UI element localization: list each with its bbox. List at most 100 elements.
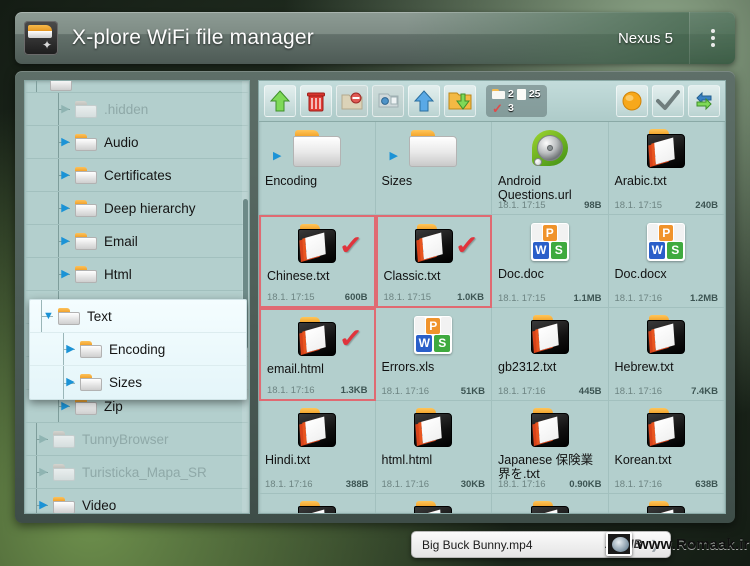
- file-cell-partial[interactable]: [259, 494, 376, 513]
- tree-item-tunnybrowser[interactable]: ▶TunnyBrowser: [25, 423, 249, 456]
- file-meta: 18.1. 17:1651KB: [382, 386, 486, 397]
- rename-button[interactable]: [336, 85, 368, 117]
- tree-item-turisticka-mapa-sr[interactable]: ▶ Turisticka_Mapa_SR: [25, 456, 249, 489]
- file-cell[interactable]: Korean.txt 18.1. 17:16638B: [609, 401, 726, 494]
- file-cell[interactable]: html.html18.1. 17:1630KB: [376, 401, 493, 494]
- internet-shortcut-icon: [529, 129, 571, 169]
- file-icon-row: [382, 406, 486, 450]
- tree-expander-icon[interactable]: ▼: [42, 311, 55, 322]
- tree-expander-icon[interactable]: ▶: [37, 467, 50, 478]
- main-panel: ▶.hidden▶Audio▶Certificates▶Deep hierarc…: [15, 71, 735, 523]
- refresh-swap-icon[interactable]: [688, 85, 720, 117]
- text-file-icon: [645, 501, 687, 513]
- folder-icon: [293, 130, 341, 168]
- file-meta: 18.1. 17:160.90KB: [498, 479, 602, 490]
- folder-icon: [409, 130, 457, 168]
- file-cell[interactable]: ✓Classic.txt18.1. 17:151.0KB: [376, 215, 493, 308]
- file-meta: 18.1. 17:16445B: [498, 386, 602, 397]
- device-name-label: Nexus 5: [618, 30, 689, 47]
- file-cell-partial[interactable]: [376, 494, 493, 513]
- file-name-label: Arabic.txt: [615, 174, 719, 188]
- tree-item-partial[interactable]: [25, 81, 249, 93]
- tree-expander-icon[interactable]: ▶: [59, 203, 72, 214]
- gray-check-icon[interactable]: [652, 85, 684, 117]
- delete-button[interactable]: [300, 85, 332, 117]
- upload-button[interactable]: [408, 85, 440, 117]
- file-cell[interactable]: PWSErrors.xls18.1. 17:1651KB: [376, 308, 493, 401]
- text-file-icon: [296, 224, 338, 264]
- file-size: 388B: [346, 479, 369, 490]
- tree-item-video[interactable]: ▶Video: [25, 489, 249, 514]
- up-button[interactable]: [264, 85, 296, 117]
- tree-expander-icon[interactable]: ▶: [64, 377, 77, 388]
- file-meta: 18.1. 17:16638B: [615, 479, 719, 490]
- tree-expander-icon[interactable]: ▶: [37, 434, 50, 445]
- file-icon-row: [265, 499, 369, 513]
- file-cell-partial[interactable]: [609, 494, 726, 513]
- properties-button[interactable]: [372, 85, 404, 117]
- text-file-icon: [413, 224, 455, 264]
- file-cell[interactable]: gb2312.txt18.1. 17:16445B: [492, 308, 609, 401]
- file-cell[interactable]: ▶Sizes: [376, 122, 493, 215]
- tree-expander-icon[interactable]: ▶: [59, 269, 72, 280]
- text-file-icon: [412, 408, 454, 448]
- expander-icon[interactable]: ▶: [390, 149, 398, 162]
- download-button[interactable]: [444, 85, 476, 117]
- file-cell[interactable]: ✓Chinese.txt18.1. 17:15600B: [259, 215, 376, 308]
- tree-expander-icon[interactable]: ▶: [59, 170, 72, 181]
- tree-item-text[interactable]: ▼Text: [30, 300, 246, 333]
- file-cell[interactable]: PWSDoc.doc18.1. 17:151.1MB: [492, 215, 609, 308]
- tree-expander-icon[interactable]: ▶: [37, 500, 50, 511]
- tree-item-encoding[interactable]: ▶Encoding: [30, 333, 246, 366]
- file-name-label: Chinese.txt: [267, 269, 368, 283]
- selected-check-icon: ✓: [338, 325, 363, 351]
- tree-item-deep-hierarchy[interactable]: ▶Deep hierarchy: [25, 192, 249, 225]
- file-cell-partial[interactable]: [492, 494, 609, 513]
- file-cell[interactable]: Hebrew.txt18.1. 17:167.4KB: [609, 308, 726, 401]
- tree-expander-icon[interactable]: ▶: [59, 401, 72, 412]
- orange-circle-icon[interactable]: [616, 85, 648, 117]
- folder-tree-pane[interactable]: ▶.hidden▶Audio▶Certificates▶Deep hierarc…: [24, 80, 250, 514]
- tree-item-sizes[interactable]: ▶Sizes: [30, 366, 246, 399]
- file-grid[interactable]: ▶Encoding▶SizesAndroid Questions.url18.1…: [259, 122, 725, 513]
- page-title: X-plore WiFi file manager: [72, 26, 314, 50]
- folder-count-icon: [492, 89, 505, 99]
- file-cell[interactable]: ✓email.html18.1. 17:161.3KB: [259, 308, 376, 401]
- file-name-label: Korean.txt: [615, 453, 719, 467]
- file-date: 18.1. 17:16: [498, 386, 546, 397]
- folder-tree-list[interactable]: ▶.hidden▶Audio▶Certificates▶Deep hierarc…: [25, 81, 249, 513]
- file-cell[interactable]: Japanese 保険業界を.txt18.1. 17:160.90KB: [492, 401, 609, 494]
- file-cell[interactable]: PWSDoc.docx18.1. 17:161.2MB: [609, 215, 726, 308]
- tree-expander-icon[interactable]: ▶: [59, 104, 72, 115]
- file-meta: 18.1. 17:161.3KB: [267, 385, 368, 396]
- folder-icon: [53, 464, 75, 481]
- folder-tree-popup[interactable]: ▼Text▶Encoding▶Sizes: [29, 299, 247, 400]
- tree-item--hidden[interactable]: ▶.hidden: [25, 93, 249, 126]
- file-date: 18.1. 17:16: [615, 386, 663, 397]
- file-cell[interactable]: ▶Encoding: [259, 122, 376, 215]
- text-file-icon: [296, 408, 338, 448]
- file-cell[interactable]: Arabic.txt18.1. 17:15240B: [609, 122, 726, 215]
- tree-expander-icon[interactable]: ▶: [59, 236, 72, 247]
- file-cell[interactable]: Android Questions.url18.1. 17:1598B: [492, 122, 609, 215]
- overflow-menu-icon[interactable]: [689, 12, 735, 64]
- text-file-icon: [296, 501, 338, 513]
- text-file-icon: [529, 408, 571, 448]
- tree-expander-icon[interactable]: ▶: [59, 137, 72, 148]
- folder-icon: [80, 341, 102, 358]
- tree-item-html[interactable]: ▶Html: [25, 258, 249, 291]
- tree-scrollbar[interactable]: [242, 81, 249, 513]
- watermark-text: www.Romaak.ir: [637, 536, 749, 553]
- file-date: 18.1. 17:15: [267, 292, 315, 303]
- tree-item-email[interactable]: ▶Email: [25, 225, 249, 258]
- file-count-value: 25: [529, 88, 541, 100]
- file-date: 18.1. 17:16: [382, 479, 430, 490]
- file-cell[interactable]: Hindi.txt18.1. 17:16388B: [259, 401, 376, 494]
- tree-item-label: Turisticka_Mapa_SR: [82, 465, 207, 480]
- tree-item-audio[interactable]: ▶Audio: [25, 126, 249, 159]
- file-icon-row: [265, 406, 369, 450]
- expander-icon[interactable]: ▶: [273, 149, 281, 162]
- tree-item-certificates[interactable]: ▶Certificates: [25, 159, 249, 192]
- tree-expander-icon[interactable]: ▶: [64, 344, 77, 355]
- file-meta: 18.1. 17:151.1MB: [498, 293, 602, 304]
